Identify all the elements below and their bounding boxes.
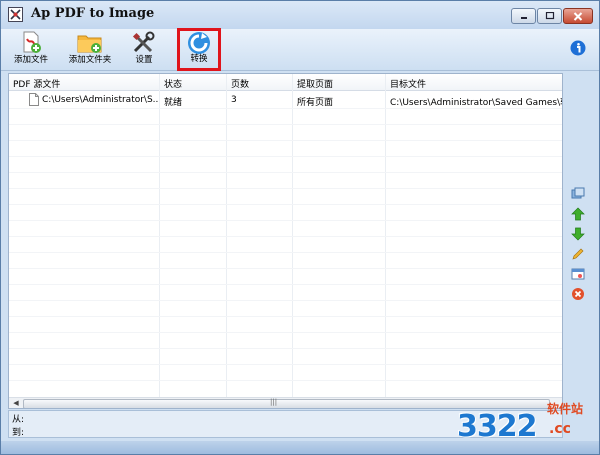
grid-line	[9, 124, 562, 125]
add-file-button[interactable]: 添加文件	[9, 30, 53, 70]
grid-line	[9, 348, 562, 349]
convert-icon	[184, 30, 214, 54]
view-icon[interactable]	[571, 267, 585, 281]
column-header-extract[interactable]: 提取页面	[297, 77, 333, 90]
convert-button[interactable]: 转换	[177, 28, 221, 71]
cell-target: C:\Users\Administrator\Saved Games\软件	[390, 98, 563, 108]
grid-line	[9, 380, 562, 381]
window-title: Ap PDF to Image	[31, 6, 155, 21]
file-list[interactable]: PDF 源文件 状态 页数 提取页面 目标文件 C:\Users\Adminis…	[8, 73, 563, 409]
grid-line	[9, 172, 562, 173]
tools-icon	[129, 31, 159, 55]
grid-line	[9, 140, 562, 141]
grid-line	[9, 252, 562, 253]
refresh-icon[interactable]	[571, 187, 585, 201]
grid-line	[9, 332, 562, 333]
move-down-icon[interactable]	[571, 227, 585, 241]
cell-extract: 所有页面	[297, 98, 334, 108]
minimize-button[interactable]	[511, 8, 536, 24]
settings-label: 设置	[135, 55, 153, 65]
add-folder-icon	[75, 31, 105, 55]
toolbar: 添加文件 添加文件夹 设置 转换	[1, 28, 599, 71]
convert-label: 转换	[190, 54, 208, 64]
app-window: Ap PDF to Image 添加文件 添加文件夹 设置 转换 PDF 源文件…	[0, 0, 600, 455]
info-icon[interactable]	[570, 40, 586, 56]
close-button[interactable]	[563, 8, 593, 24]
column-header-source[interactable]: PDF 源文件	[13, 77, 60, 90]
grid-line	[9, 220, 562, 221]
table-row[interactable]: C:\Users\Administrator\S... 就绪 3 所有页面 C:…	[9, 92, 563, 108]
grid-line	[9, 268, 562, 269]
edit-icon[interactable]	[571, 247, 585, 261]
scroll-left-arrow-icon[interactable]: ◀	[11, 399, 21, 408]
list-header: PDF 源文件 状态 页数 提取页面 目标文件	[9, 74, 562, 91]
grid-line	[9, 108, 562, 109]
add-folder-button[interactable]: 添加文件夹	[63, 30, 117, 70]
grid-line	[9, 204, 562, 205]
grid-line	[9, 156, 562, 157]
watermark-domain: .cc	[549, 421, 571, 437]
file-icon	[29, 93, 39, 106]
watermark-number: 3322	[457, 409, 537, 444]
to-label: 到:	[12, 428, 25, 438]
remove-icon[interactable]	[571, 287, 585, 301]
app-logo-icon	[8, 7, 23, 22]
cell-source: C:\Users\Administrator\S...	[42, 95, 158, 105]
column-header-pages[interactable]: 页数	[231, 77, 249, 90]
watermark: 软件站 3322 .cc	[449, 397, 599, 455]
grid-line	[9, 364, 562, 365]
add-file-icon	[16, 31, 46, 55]
maximize-button[interactable]	[537, 8, 562, 24]
cell-pages: 3	[231, 95, 237, 105]
column-header-status[interactable]: 状态	[164, 77, 182, 90]
watermark-site: 软件站	[547, 402, 584, 416]
grid-line	[9, 316, 562, 317]
grid-line	[9, 188, 562, 189]
cell-status: 就绪	[164, 98, 183, 108]
column-header-target[interactable]: 目标文件	[390, 77, 426, 90]
grid-line	[9, 300, 562, 301]
from-label: 从:	[12, 415, 25, 425]
title-bar: Ap PDF to Image	[1, 1, 599, 29]
settings-button[interactable]: 设置	[122, 30, 166, 70]
move-up-icon[interactable]	[571, 207, 585, 221]
add-file-label: 添加文件	[13, 55, 48, 65]
grip-icon: |||	[270, 398, 278, 406]
grid-line	[9, 236, 562, 237]
grid-line	[9, 284, 562, 285]
add-folder-label: 添加文件夹	[68, 55, 112, 65]
